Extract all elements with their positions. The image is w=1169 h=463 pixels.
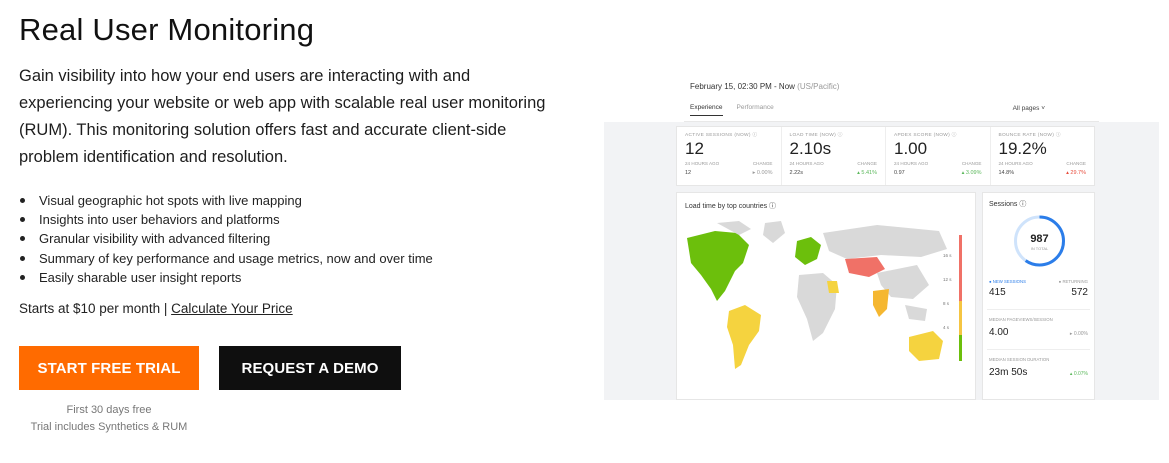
page-title: Real User Monitoring [19, 12, 315, 47]
duration-label: MEDIAN SESSION DURATION [989, 357, 1050, 362]
map-region-russia [823, 225, 947, 259]
duration-value: 23m 50s [989, 367, 1028, 378]
feature-item: Summary of key performance and usage met… [19, 249, 579, 268]
kpi-label: APDEX SCORE (NOW) ⓘ [894, 133, 957, 138]
kpi-sub-label: 24 HOURS AGO [789, 161, 824, 166]
feature-list: Visual geographic hot spots with live ma… [19, 191, 579, 287]
kpi-change-label: CHANGE [752, 161, 773, 166]
dashboard-header: February 15, 02:30 PM - Now (US/Pacific)… [684, 78, 1099, 122]
new-sessions-value: 415 [989, 287, 1006, 298]
divider [987, 349, 1090, 350]
feature-item: Insights into user behaviors and platfor… [19, 210, 579, 229]
load-time-map-card: Load time by top countries ⓘ 16 s 12 s 8… [676, 192, 976, 400]
kpi-value: 1.00 [894, 139, 928, 158]
request-demo-button[interactable]: REQUEST A DEMO [219, 346, 401, 391]
fine-print-line: First 30 days free [66, 404, 152, 417]
kpi-value: 12 [685, 139, 704, 158]
pageviews-label: MEDIAN PAGEVIEWS/SESSION [989, 317, 1053, 322]
feature-item: Easily sharable user insight reports [19, 268, 579, 287]
price-text: Starts at $10 per month | [19, 301, 168, 317]
intro-paragraph: Gain visibility into how your end users … [19, 67, 546, 166]
returning-value: 572 [1071, 287, 1088, 298]
kpi-sub-label: 24 HOURS AGO [685, 161, 720, 166]
map-region-greenland [763, 221, 785, 243]
cta-row: START FREE TRIAL REQUEST A DEMO [19, 346, 579, 391]
kpi-change-label: CHANGE [857, 161, 877, 166]
kpi-previous: 0.97 [894, 170, 905, 176]
map-region-europe [795, 237, 821, 265]
hero-section: Real User Monitoring Gain visibility int… [19, 0, 579, 436]
kpi-sub-label: 24 HOURS AGO [894, 161, 929, 166]
pageviews-value: 4.00 [989, 327, 1009, 338]
new-sessions-label: ● NEW SESSIONS [989, 279, 1026, 284]
kpi-change: ▴ 29.7% [1066, 170, 1086, 176]
fine-print-line: Trial includes Synthetics & RUM [30, 421, 188, 434]
price-line: Starts at $10 per month | Calculate Your… [19, 301, 579, 316]
kpi-change: ▴ 5.41% [857, 170, 877, 176]
sessions-ring-icon [1014, 215, 1065, 267]
dashboard-preview: February 15, 02:30 PM - Now (US/Pacific)… [604, 78, 1159, 400]
sessions-card: Sessions ⓘ 987 IN TOTAL ● NEW SESSIONS ●… [982, 192, 1095, 400]
map-region-south-america [727, 305, 761, 369]
calculate-price-link[interactable]: Calculate Your Price [171, 301, 293, 316]
timezone-text: (US/Pacific) [797, 82, 840, 91]
dashboard-panel: ACTIVE SESSIONS (NOW) ⓘ 12 24 HOURS AGO … [604, 122, 1159, 400]
kpi-change: ▴ 3.09% [961, 170, 982, 176]
dashboard-tabs: Experience Performance [690, 104, 788, 116]
feature-item: Visual geographic hot spots with live ma… [19, 191, 579, 210]
world-map-icon [687, 221, 962, 369]
all-pages-filter[interactable]: All pages ˅ [1013, 105, 1045, 112]
map-region-southeast-asia [905, 305, 927, 321]
map-region-india [873, 289, 889, 317]
kpi-active-sessions: ACTIVE SESSIONS (NOW) ⓘ 12 24 HOURS AGO … [677, 127, 782, 185]
kpi-label: BOUNCE RATE (NOW) ⓘ [998, 133, 1061, 138]
kpi-label: ACTIVE SESSIONS (NOW) ⓘ [685, 133, 758, 138]
kpi-apdex-score: APDEX SCORE (NOW) ⓘ 1.00 24 HOURS AGO 0.… [886, 127, 991, 185]
map-region-arabia [827, 281, 839, 293]
map-region-north-america [687, 231, 749, 301]
kpi-change-label: CHANGE [1066, 161, 1086, 166]
sessions-total: 987 [1030, 233, 1049, 245]
kpi-value: 19.2% [998, 139, 1047, 158]
returning-label: ● RETURNING [1058, 279, 1088, 284]
kpi-strip: ACTIVE SESSIONS (NOW) ⓘ 12 24 HOURS AGO … [676, 126, 1095, 186]
date-range: February 15, 02:30 PM - Now (US/Pacific) [690, 82, 839, 91]
sessions-total-label: IN TOTAL [1030, 246, 1049, 251]
start-free-trial-button[interactable]: START FREE TRIAL [19, 346, 199, 391]
kpi-label: LOAD TIME (NOW) ⓘ [789, 133, 843, 138]
tab-performance[interactable]: Performance [737, 104, 774, 116]
scale-label: 8 s [943, 301, 950, 306]
feature-item: Granular visibility with advanced filter… [19, 229, 579, 248]
kpi-load-time: LOAD TIME (NOW) ⓘ 2.10s 24 HOURS AGO 2.2… [782, 127, 886, 185]
kpi-previous: 14.8% [998, 170, 1015, 176]
scale-bar-warn [959, 301, 962, 335]
kpi-change-label: CHANGE [961, 161, 982, 166]
trial-fine-print: First 30 days free Trial includes Synthe… [19, 402, 199, 436]
scale-label: 4 s [943, 325, 950, 330]
kpi-sub-label: 24 HOURS AGO [998, 161, 1033, 166]
divider [987, 309, 1090, 310]
tab-experience[interactable]: Experience [690, 104, 723, 116]
kpi-bounce-rate: BOUNCE RATE (NOW) ⓘ 19.2% 24 HOURS AGO 1… [991, 127, 1095, 185]
scale-bar-bad [959, 235, 962, 301]
kpi-value: 2.10s [789, 139, 832, 158]
date-text: February 15, 02:30 PM - Now [690, 82, 795, 91]
duration-change: ▴ 0.07% [1069, 371, 1088, 377]
scale-bar-good [959, 335, 962, 361]
scale-label: 12 s [943, 277, 952, 282]
map-region-australia [909, 331, 943, 361]
kpi-change: ▸ 0.00% [752, 170, 773, 176]
pageviews-change: ▸ 0.00% [1069, 331, 1088, 337]
kpi-previous: 12 [685, 170, 692, 176]
scale-label: 16 s [943, 253, 952, 258]
kpi-previous: 2.22s [789, 170, 803, 176]
